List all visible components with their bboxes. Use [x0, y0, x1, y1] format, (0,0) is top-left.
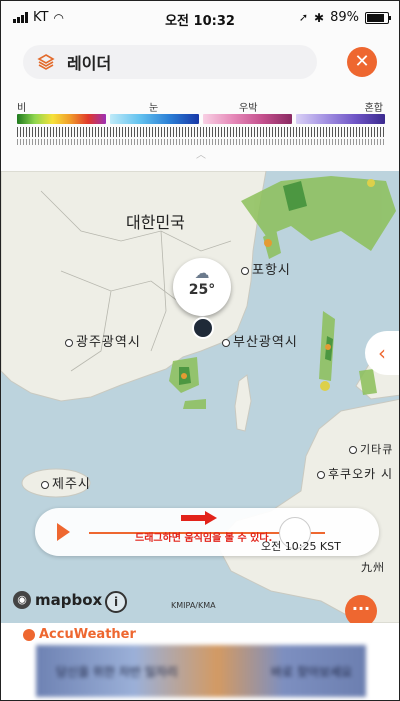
- location-arrow-icon: ➚: [298, 11, 309, 24]
- app-frame: KT ◠ 오전 10:32 ➚ ✱ 89% 레이더 ✕ 비 눈 우박 혼합 ︿ …: [0, 0, 400, 701]
- drag-handle-icon[interactable]: ︿: [191, 151, 211, 161]
- sun-logo-icon: [23, 628, 35, 641]
- map-label-fukuoka-text: 후쿠오카 시: [328, 467, 394, 481]
- city-dot-icon: [65, 338, 73, 347]
- ad-text-left: 당신을 위한 차반 일자리: [56, 665, 178, 679]
- map-attribution: KMIPA/KMA: [171, 601, 216, 610]
- map-label-kitakyushu[interactable]: 기타큐: [349, 441, 393, 457]
- info-icon: i: [113, 595, 119, 609]
- map-label-gwangju-text: 광주광역시: [76, 335, 141, 350]
- map-label-kitakyushu-text: 기타큐: [360, 443, 394, 456]
- layers-icon: [37, 53, 55, 71]
- bluetooth-icon: ✱: [314, 10, 325, 25]
- more-dots-icon: ···: [351, 599, 371, 618]
- battery-icon: [365, 11, 391, 24]
- legend-label-rain: 비: [17, 103, 27, 114]
- legend-ticks: [17, 127, 385, 137]
- battery-percent: 89%: [330, 10, 359, 25]
- map-label-pohang-text: 포항시: [252, 263, 291, 278]
- marker-temperature: 25°: [188, 282, 216, 298]
- map-label-fukuoka[interactable]: 후쿠오카 시: [317, 465, 393, 482]
- layer-selector[interactable]: 레이더: [23, 45, 317, 79]
- rain-cloud-icon: ☁: [194, 264, 210, 282]
- city-dot-icon: [317, 470, 325, 479]
- city-dot-icon: [222, 338, 230, 347]
- map-label-jeju-text: 제주시: [52, 477, 91, 492]
- chevron-left-icon: ‹: [378, 341, 386, 365]
- header: 레이더 ✕: [1, 33, 399, 95]
- legend-bar-snow: [110, 114, 199, 124]
- info-button[interactable]: i: [105, 591, 127, 613]
- map-label-jeju[interactable]: 제주시: [41, 473, 91, 492]
- close-icon: ✕: [354, 51, 370, 72]
- map-label-busan-text: 부산광역시: [233, 335, 298, 350]
- city-dot-icon: [349, 446, 357, 454]
- legend-bar-hail: [203, 114, 292, 124]
- advertisement-banner[interactable]: 당신을 위한 차반 일자리 바로 찾아보세요: [36, 645, 366, 697]
- legend-label-mixed: 혼합: [364, 103, 383, 114]
- legend-bar-mixed: [296, 114, 385, 124]
- arrow-right-icon: [181, 511, 219, 525]
- mapbox-icon: ◉: [13, 591, 31, 609]
- city-dot-icon: [241, 266, 249, 275]
- mapbox-logo[interactable]: ◉ mapbox: [13, 591, 102, 609]
- map-label-busan[interactable]: 부산광역시: [222, 331, 298, 350]
- annotation-text: 드래그하면 움직임을 볼 수 있다.: [135, 533, 273, 544]
- map-label-pohang[interactable]: 포항시: [241, 259, 291, 278]
- radar-timeline-player: 드래그하면 움직임을 볼 수 있다. 오전 10:25 KST: [35, 508, 379, 556]
- legend-label-hail: 우박: [239, 103, 258, 114]
- legend-label-snow: 눈: [149, 103, 159, 114]
- legend-ticks-minor: [17, 139, 385, 145]
- map-label-korea: 대한민국: [126, 213, 185, 232]
- map-label-gwangju[interactable]: 광주광역시: [65, 331, 141, 350]
- close-button[interactable]: ✕: [347, 47, 377, 77]
- ad-text-right: 바로 찾아보세요: [271, 665, 353, 679]
- location-pin[interactable]: [192, 317, 214, 339]
- legend-bar-rain: [17, 114, 106, 124]
- map-label-kyushu: 九州: [361, 561, 385, 574]
- status-bar: KT ◠ 오전 10:32 ➚ ✱ 89%: [1, 1, 399, 33]
- layer-title: 레이더: [67, 54, 112, 73]
- play-button[interactable]: [57, 523, 70, 541]
- brand-label: AccuWeather: [39, 627, 136, 642]
- accuweather-brand[interactable]: AccuWeather: [23, 627, 136, 642]
- footer: AccuWeather 당신을 위한 차반 일자리 바로 찾아보세요: [1, 623, 399, 700]
- mapbox-wordmark: mapbox: [35, 591, 103, 609]
- precipitation-legend: 비 눈 우박 혼합 ︿: [1, 95, 399, 171]
- timeline-time: 오전 10:25 KST: [261, 540, 341, 553]
- city-dot-icon: [41, 480, 49, 489]
- weather-marker[interactable]: ☁ 25°: [173, 258, 231, 316]
